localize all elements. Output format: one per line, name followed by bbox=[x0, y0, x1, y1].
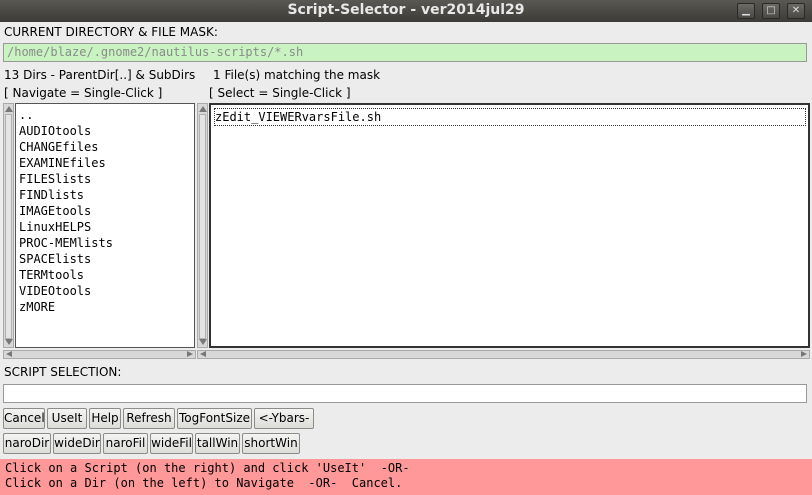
wide-fil-button[interactable]: wideFil bbox=[150, 433, 193, 454]
dir-list-vscrollbar[interactable] bbox=[3, 103, 14, 348]
select-hint: [ Select = Single-Click ] bbox=[209, 86, 351, 100]
scroll-up-icon[interactable] bbox=[5, 106, 13, 112]
list-item[interactable]: AUDIOtools bbox=[19, 123, 194, 139]
file-list-vscrollbar[interactable] bbox=[197, 103, 208, 348]
file-list[interactable]: zEdit_VIEWERvarsFile.sh bbox=[209, 103, 810, 348]
list-item[interactable]: VIDEOtools bbox=[19, 283, 194, 299]
list-item[interactable]: zEdit_VIEWERvarsFile.sh bbox=[214, 108, 806, 126]
scroll-down-icon[interactable] bbox=[199, 339, 207, 345]
list-item[interactable]: SPACElists bbox=[19, 251, 194, 267]
file-list-hscrollbar[interactable] bbox=[197, 350, 810, 359]
scroll-right-icon[interactable] bbox=[187, 351, 193, 357]
list-item[interactable]: FILESlists bbox=[19, 171, 194, 187]
list-item[interactable]: EXAMINEfiles bbox=[19, 155, 194, 171]
ybars-button[interactable]: <-Ybars-> bbox=[254, 408, 314, 444]
scroll-left-icon[interactable] bbox=[200, 351, 206, 357]
message-area: Click on a Script (on the right) and cli… bbox=[0, 459, 812, 495]
tog-font-size-button[interactable]: TogFontSize bbox=[177, 408, 252, 429]
scroll-thumb[interactable] bbox=[199, 114, 206, 339]
scroll-up-icon[interactable] bbox=[199, 106, 207, 112]
window-title: Script-Selector - ver2014jul29 bbox=[287, 2, 525, 18]
dir-mask-input[interactable]: /home/blaze/.gnome2/nautilus-scripts/*.s… bbox=[3, 43, 807, 62]
scroll-left-icon[interactable] bbox=[6, 351, 12, 357]
tall-win-button[interactable]: tallWin bbox=[195, 433, 240, 454]
scroll-thumb[interactable] bbox=[5, 114, 12, 339]
close-icon[interactable]: ✕ bbox=[787, 3, 805, 19]
dir-list[interactable]: .. AUDIOtools CHANGEfiles EXAMINEfiles F… bbox=[15, 103, 195, 348]
refresh-button[interactable]: Refresh bbox=[123, 408, 175, 429]
scroll-right-icon[interactable] bbox=[801, 351, 807, 357]
useit-button[interactable]: UseIt bbox=[47, 408, 87, 429]
dir-mask-label: CURRENT DIRECTORY & FILE MASK: bbox=[4, 25, 218, 39]
dir-list-hscrollbar[interactable] bbox=[3, 350, 196, 359]
list-item[interactable]: CHANGEfiles bbox=[19, 139, 194, 155]
message-line-2: Click on a Dir (on the left) to Navigate… bbox=[5, 476, 403, 490]
title-bar[interactable]: Script-Selector - ver2014jul29 ▁ □ ✕ bbox=[0, 0, 812, 22]
list-item[interactable]: FINDlists bbox=[19, 187, 194, 203]
help-button[interactable]: Help bbox=[89, 408, 121, 429]
naro-fil-button[interactable]: naroFil bbox=[103, 433, 148, 454]
navigate-hint: [ Navigate = Single-Click ] bbox=[4, 86, 163, 100]
files-count-label: 1 File(s) matching the mask bbox=[213, 68, 381, 82]
list-item[interactable]: LinuxHELPS bbox=[19, 219, 194, 235]
minimize-icon[interactable]: ▁ bbox=[737, 3, 755, 19]
list-item[interactable]: TERMtools bbox=[19, 267, 194, 283]
list-item[interactable]: .. bbox=[19, 107, 194, 123]
list-item[interactable]: IMAGEtools bbox=[19, 203, 194, 219]
selection-label: SCRIPT SELECTION: bbox=[4, 365, 122, 379]
script-selection-input[interactable] bbox=[3, 384, 807, 403]
list-item[interactable]: zMORE bbox=[19, 299, 194, 315]
scroll-down-icon[interactable] bbox=[5, 339, 13, 345]
dirs-count-label: 13 Dirs - ParentDir[..] & SubDirs bbox=[4, 68, 196, 82]
cancel-button[interactable]: Cancel bbox=[3, 408, 45, 429]
wide-dir-button[interactable]: wideDir bbox=[53, 433, 101, 454]
naro-dir-button[interactable]: naroDir bbox=[3, 433, 51, 454]
message-line-1: Click on a Script (on the right) and cli… bbox=[5, 461, 410, 475]
maximize-icon[interactable]: □ bbox=[762, 3, 780, 19]
short-win-button[interactable]: shortWin bbox=[242, 433, 300, 454]
list-item[interactable]: PROC-MEMlists bbox=[19, 235, 194, 251]
